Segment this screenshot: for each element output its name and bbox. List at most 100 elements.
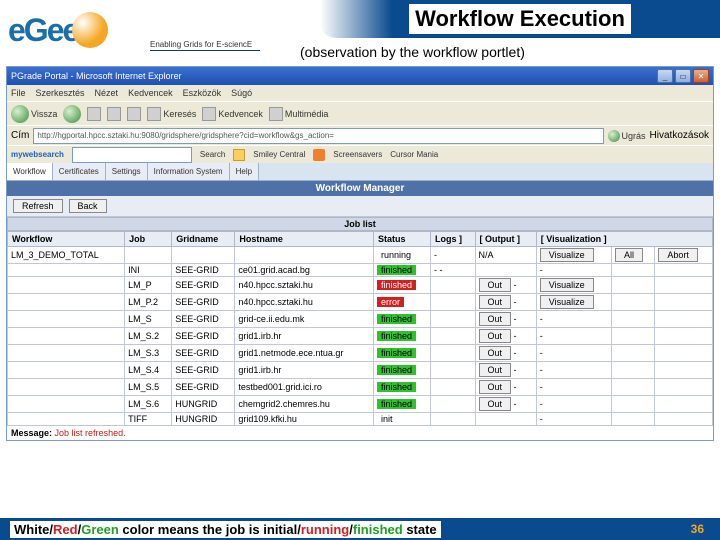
tab-help[interactable]: Help <box>230 163 259 180</box>
refresh-button[interactable]: Refresh <box>13 199 63 213</box>
visualize-button[interactable]: Visualize <box>540 248 594 262</box>
slide-subtitle: (observation by the workflow portlet) <box>300 44 525 60</box>
back-icon <box>11 105 29 123</box>
out-button[interactable]: Out <box>479 346 512 360</box>
status-badge: finished <box>377 331 416 341</box>
browser-titlebar[interactable]: PGrade Portal - Microsoft Internet Explo… <box>7 67 713 85</box>
page-number: 36 <box>691 522 704 536</box>
table-row: LM_3_DEMO_TOTALrunning-N/AVisualizeAllAb… <box>8 247 713 264</box>
back-button-portlet[interactable]: Back <box>69 199 107 213</box>
title-bar: Workflow Execution <box>320 0 720 38</box>
portlet-title: Workflow Manager <box>7 181 713 196</box>
logo-globe-icon <box>72 12 108 48</box>
home-icon[interactable] <box>127 107 141 121</box>
table-row: LM_S.6HUNGRIDchemgrid2.chemres.hufinishe… <box>8 396 713 413</box>
tagline: Enabling Grids for E-sciencE <box>150 40 252 49</box>
searchweb-toolbar: mywebsearch Search Smiley Central Screen… <box>7 145 713 163</box>
col-5: Logs ] <box>430 232 475 247</box>
status-badge: running <box>377 250 415 260</box>
address-label: Cím <box>11 130 29 141</box>
col-0: Workflow <box>8 232 125 247</box>
out-button[interactable]: Out <box>479 295 512 309</box>
out-button[interactable]: Out <box>479 278 512 292</box>
table-row: INISEE-GRIDce01.grid.acad.bgfinished- -- <box>8 264 713 277</box>
joblist-header: Job list <box>7 217 713 231</box>
menu-edit[interactable]: Szerkesztés <box>36 88 85 98</box>
job-table: WorkflowJobGridnameHostnameStatusLogs ][… <box>7 231 713 426</box>
tagline-underline <box>150 50 260 51</box>
logo-text: eGee <box>8 12 78 49</box>
screensaver-icon <box>313 149 325 161</box>
go-icon <box>608 130 620 142</box>
address-input[interactable] <box>33 128 603 144</box>
status-badge: init <box>377 414 397 424</box>
searchweb-cursor[interactable]: Cursor Mania <box>390 150 438 159</box>
table-row: LM_S.2SEE-GRIDgrid1.irb.hrfinishedOut -- <box>8 328 713 345</box>
searchweb-input[interactable] <box>72 147 192 163</box>
table-row: LM_S.3SEE-GRIDgrid1.netmode.ece.ntua.grf… <box>8 345 713 362</box>
refresh-icon[interactable] <box>107 107 121 121</box>
footer-legend: White/Red/Green color means the job is i… <box>10 521 441 538</box>
searchweb-screensavers[interactable]: Screensavers <box>333 150 382 159</box>
searchweb-search[interactable]: Search <box>200 150 225 159</box>
status-badge: finished <box>377 399 416 409</box>
out-button[interactable]: Out <box>479 397 512 411</box>
visualize-button[interactable]: Visualize <box>540 278 594 292</box>
menu-help[interactable]: Súgó <box>231 88 252 98</box>
browser-window: PGrade Portal - Microsoft Internet Explo… <box>6 66 714 441</box>
tab-settings[interactable]: Settings <box>106 163 148 180</box>
menu-view[interactable]: Nézet <box>95 88 119 98</box>
search-button[interactable]: Keresés <box>147 107 196 121</box>
media-icon <box>269 107 283 121</box>
links-label[interactable]: Hivatkozások <box>650 130 709 141</box>
minimize-button[interactable]: _ <box>657 69 673 83</box>
tab-workflow[interactable]: Workflow <box>7 163 53 180</box>
all-button[interactable]: All <box>615 248 643 262</box>
col-3: Hostname <box>235 232 374 247</box>
status-badge: finished <box>377 265 416 275</box>
abort-button[interactable]: Abort <box>658 248 698 262</box>
table-row: TIFFHUNGRIDgrid109.kfki.huinit- <box>8 413 713 426</box>
out-button[interactable]: Out <box>479 380 512 394</box>
menu-tools[interactable]: Eszközök <box>183 88 222 98</box>
visualize-button[interactable]: Visualize <box>540 295 594 309</box>
menu-favorites[interactable]: Kedvencek <box>128 88 173 98</box>
egee-logo: eGee <box>8 4 138 56</box>
tab-certificates[interactable]: Certificates <box>53 163 106 180</box>
col-7: [ Visualization ] <box>536 232 712 247</box>
status-badge: finished <box>377 382 416 392</box>
smiley-icon <box>233 149 245 161</box>
searchweb-brand: mywebsearch <box>11 150 64 159</box>
forward-button[interactable] <box>63 105 81 123</box>
table-row: LM_S.4SEE-GRIDgrid1.irb.hrfinishedOut -- <box>8 362 713 379</box>
message-label: Message: <box>11 428 52 438</box>
out-button[interactable]: Out <box>479 312 512 326</box>
table-row: LM_SSEE-GRIDgrid-ce.ii.edu.mkfinishedOut… <box>8 311 713 328</box>
slide-title: Workflow Execution <box>409 4 631 34</box>
col-6: [ Output ] <box>475 232 536 247</box>
searchweb-smiley[interactable]: Smiley Central <box>253 150 305 159</box>
status-badge: finished <box>377 365 416 375</box>
col-2: Gridname <box>172 232 235 247</box>
tab-info[interactable]: Information System <box>148 163 230 180</box>
go-button[interactable]: Ugrás <box>608 130 646 142</box>
star-icon <box>202 107 216 121</box>
stop-icon[interactable] <box>87 107 101 121</box>
out-button[interactable]: Out <box>479 363 512 377</box>
close-button[interactable]: ✕ <box>693 69 709 83</box>
status-badge: finished <box>377 314 416 324</box>
address-bar: Cím Ugrás Hivatkozások <box>7 125 713 145</box>
status-badge: error <box>377 297 404 307</box>
status-badge: finished <box>377 348 416 358</box>
menu-file[interactable]: File <box>11 88 26 98</box>
browser-menu: File Szerkesztés Nézet Kedvencek Eszközö… <box>7 85 713 101</box>
message-row: Message: Job list refreshed. <box>7 426 713 440</box>
out-button[interactable]: Out <box>479 329 512 343</box>
maximize-button[interactable]: ▭ <box>675 69 691 83</box>
media-button[interactable]: Multimédia <box>269 107 329 121</box>
table-row: LM_PSEE-GRIDn40.hpcc.sztaki.hufinishedOu… <box>8 277 713 294</box>
page-content: Workflow Certificates Settings Informati… <box>7 163 713 440</box>
search-icon <box>147 107 161 121</box>
back-button[interactable]: Vissza <box>11 105 57 123</box>
favorites-button[interactable]: Kedvencek <box>202 107 263 121</box>
